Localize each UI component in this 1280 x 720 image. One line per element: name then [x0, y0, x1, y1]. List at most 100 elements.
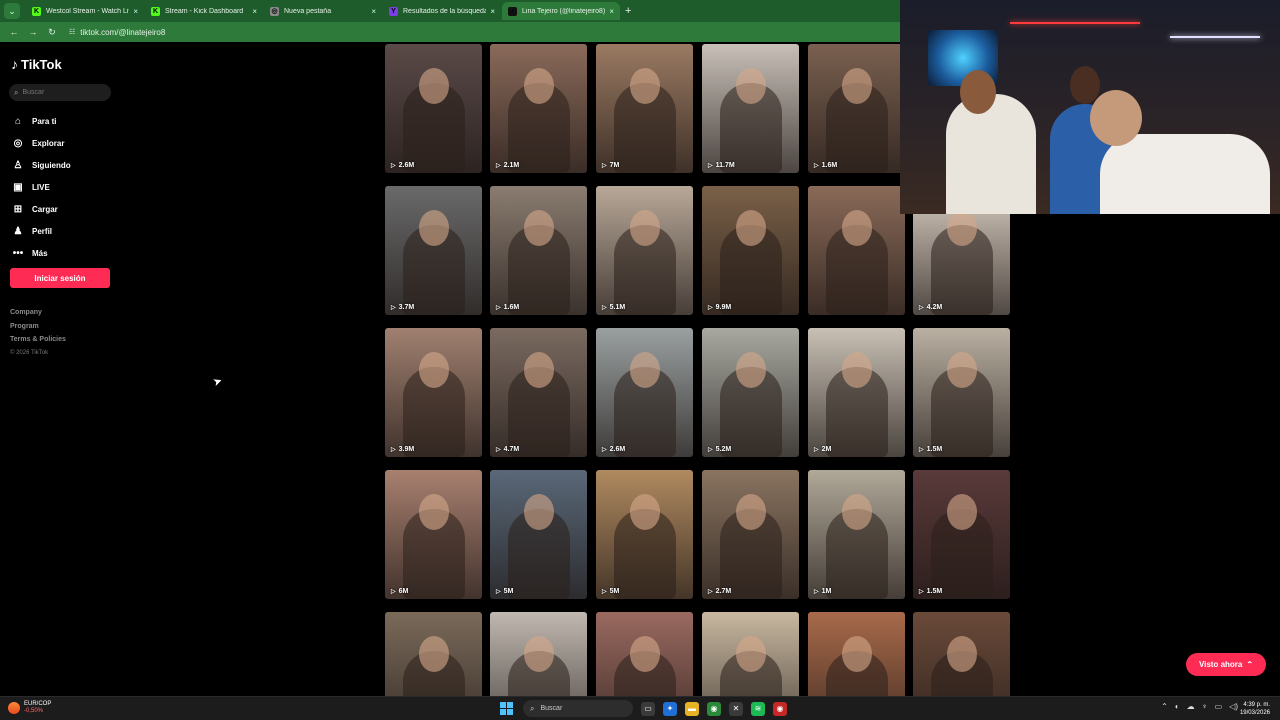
chevron-up-icon[interactable]: ⌃ [1161, 702, 1168, 711]
video-thumbnail[interactable]: ▷ 5.2M [702, 328, 799, 457]
webcam-neon-light [1010, 22, 1140, 24]
video-thumbnail[interactable]: ▷ 1.6M [808, 44, 905, 173]
video-thumbnail[interactable] [385, 612, 482, 696]
sidebar-item-más[interactable]: ••• Más [11, 242, 71, 264]
video-thumbnail[interactable] [808, 612, 905, 696]
volume-icon[interactable]: ◁) [1229, 702, 1238, 711]
view-count-value: 6M [398, 588, 409, 595]
video-thumbnail[interactable]: ▷ 5M [596, 470, 693, 599]
chrome-icon[interactable]: ◉ [707, 701, 721, 716]
visto-ahora-label: Visto ahora [1198, 660, 1243, 669]
video-thumbnail[interactable]: ▷ 2.1M [490, 44, 587, 173]
close-icon[interactable]: × [371, 7, 376, 16]
network-icon[interactable]: ☁ [1187, 702, 1195, 711]
copyright: © 2026 TikTok [10, 349, 49, 356]
video-thumbnail[interactable]: ▷ 2.6M [385, 44, 482, 173]
video-thumbnail[interactable] [913, 612, 1010, 696]
tab-title: Lina Tejeiro (@linatejeiro8) | Tik [522, 7, 606, 15]
footer-link-terms[interactable]: Terms & Policies [10, 336, 66, 350]
search-icon: ⌕ [530, 703, 535, 713]
play-icon: ▷ [708, 163, 713, 169]
microphone-icon[interactable]: ♆ [1202, 702, 1208, 711]
close-icon[interactable]: × [133, 7, 138, 16]
tab-title: Westcol Stream - Watch Live on [46, 7, 129, 15]
copilot-icon[interactable]: ✦ [663, 701, 677, 716]
view-count-value: 5.1M [609, 304, 626, 311]
more-icon: ••• [12, 247, 24, 259]
view-count: ▷ 7M [602, 162, 619, 169]
webcam-person [1100, 134, 1270, 214]
view-count-value: 5.2M [715, 446, 732, 453]
close-icon[interactable]: × [490, 7, 495, 16]
task-view-icon[interactable]: ▭ [641, 701, 655, 716]
chrome-profile-icon[interactable]: ◉ [773, 701, 787, 716]
spotify-icon[interactable]: ≋ [751, 701, 765, 716]
browser-tab[interactable]: ◎ Nueva pestaña × [264, 2, 382, 20]
video-thumbnail[interactable]: ▷ 2M [808, 328, 905, 457]
video-thumbnail[interactable]: ▷ 5.1M [596, 186, 693, 315]
video-thumbnail[interactable] [490, 612, 587, 696]
video-thumbnail[interactable] [808, 186, 905, 315]
view-count: ▷ 5.2M [708, 446, 731, 453]
obs-icon[interactable]: ◐ [1175, 702, 1180, 711]
sidebar-item-cargar[interactable]: ⊞ Cargar [11, 198, 71, 220]
video-thumbnail[interactable]: ▷ 4.7M [490, 328, 587, 457]
windows-start-icon[interactable] [500, 702, 513, 715]
video-thumbnail[interactable]: ▷ 1.5M [913, 328, 1010, 457]
sidebar-item-perfil[interactable]: ♟ Perfil [11, 220, 71, 242]
browser-tab[interactable]: ♪ Lina Tejeiro (@linatejeiro8) | Tik× [502, 2, 620, 20]
capcut-icon[interactable]: ✕ [729, 701, 743, 716]
sidebar-item-para-ti[interactable]: ⌂ Para ti [11, 110, 71, 132]
tab-title: Stream - Kick Dashboard [165, 7, 244, 15]
play-icon: ▷ [708, 447, 713, 453]
new-tab-button[interactable]: + [625, 5, 631, 17]
site-info-icon[interactable]: ☷ [69, 28, 75, 36]
thumbnail-face [418, 352, 449, 388]
clock-date: 19/03/2026 [1239, 710, 1270, 716]
video-thumbnail[interactable]: ▷ 1M [808, 470, 905, 599]
video-thumbnail[interactable]: ▷ 1.5M [913, 470, 1010, 599]
video-thumbnail[interactable]: ▷ 11.7M [702, 44, 799, 173]
video-thumbnail[interactable]: ▷ 9.9M [702, 186, 799, 315]
video-thumbnail[interactable]: ▷ 6M [385, 470, 482, 599]
forward-icon[interactable]: → [25, 27, 41, 37]
play-icon: ▷ [602, 447, 607, 453]
search-input[interactable] [22, 89, 103, 96]
browser-tab[interactable]: Y Resultados de la búsqueda de× [383, 2, 501, 20]
footer-link-program[interactable]: Program [10, 323, 66, 337]
search-icon: ⌕ [14, 87, 19, 97]
video-thumbnail[interactable]: ▷ 1.6M [490, 186, 587, 315]
taskbar-search[interactable]: ⌕ Buscar [523, 700, 633, 717]
compass-icon: ◎ [13, 137, 23, 149]
tiktok-logo[interactable]: ♪ TikTok [11, 56, 62, 72]
footer-link-company[interactable]: Company [10, 309, 66, 323]
sidebar-item-siguiendo[interactable]: ♙ Siguiendo [11, 154, 71, 176]
video-thumbnail[interactable]: ▷ 3.9M [385, 328, 482, 457]
close-icon[interactable]: × [252, 7, 257, 16]
close-icon[interactable]: × [609, 7, 614, 16]
url-field[interactable]: ☷ tiktok.com/@linatejeiro8 [69, 28, 165, 37]
video-thumbnail[interactable]: ▷ 3.7M [385, 186, 482, 315]
login-button[interactable]: Iniciar sesión [10, 268, 110, 288]
view-count: ▷ 1.5M [919, 446, 942, 453]
browser-tab[interactable]: K Stream - Kick Dashboard × [145, 2, 263, 20]
visto-ahora-button[interactable]: Visto ahora ⌃ [1186, 653, 1266, 676]
sidebar-item-explorar[interactable]: ◎ Explorar [11, 132, 71, 154]
back-icon[interactable]: ← [6, 27, 22, 37]
file-explorer-icon[interactable]: ▬ [685, 701, 699, 716]
video-thumbnail[interactable] [596, 612, 693, 696]
browser-tab[interactable]: K Westcol Stream - Watch Live on × [26, 2, 144, 20]
video-thumbnail[interactable]: ▷ 2.7M [702, 470, 799, 599]
video-thumbnail[interactable]: ▷ 5M [490, 470, 587, 599]
clock[interactable]: 4:39 p. m. 19/03/2026 [1240, 701, 1270, 717]
reload-icon[interactable]: ↻ [44, 27, 60, 38]
tab-search-icon[interactable]: ⌄ [4, 3, 20, 19]
view-count: ▷ 2.1M [496, 162, 519, 169]
video-thumbnail[interactable]: ▷ 2.6M [596, 328, 693, 457]
play-icon: ▷ [919, 447, 924, 453]
stock-widget[interactable]: EUR/COP -0,50% [8, 701, 51, 715]
monitor-icon[interactable]: ▭ [1215, 702, 1223, 711]
video-thumbnail[interactable]: ▷ 7M [596, 44, 693, 173]
video-thumbnail[interactable] [702, 612, 799, 696]
sidebar-item-live[interactable]: ▣ LIVE [11, 176, 71, 198]
